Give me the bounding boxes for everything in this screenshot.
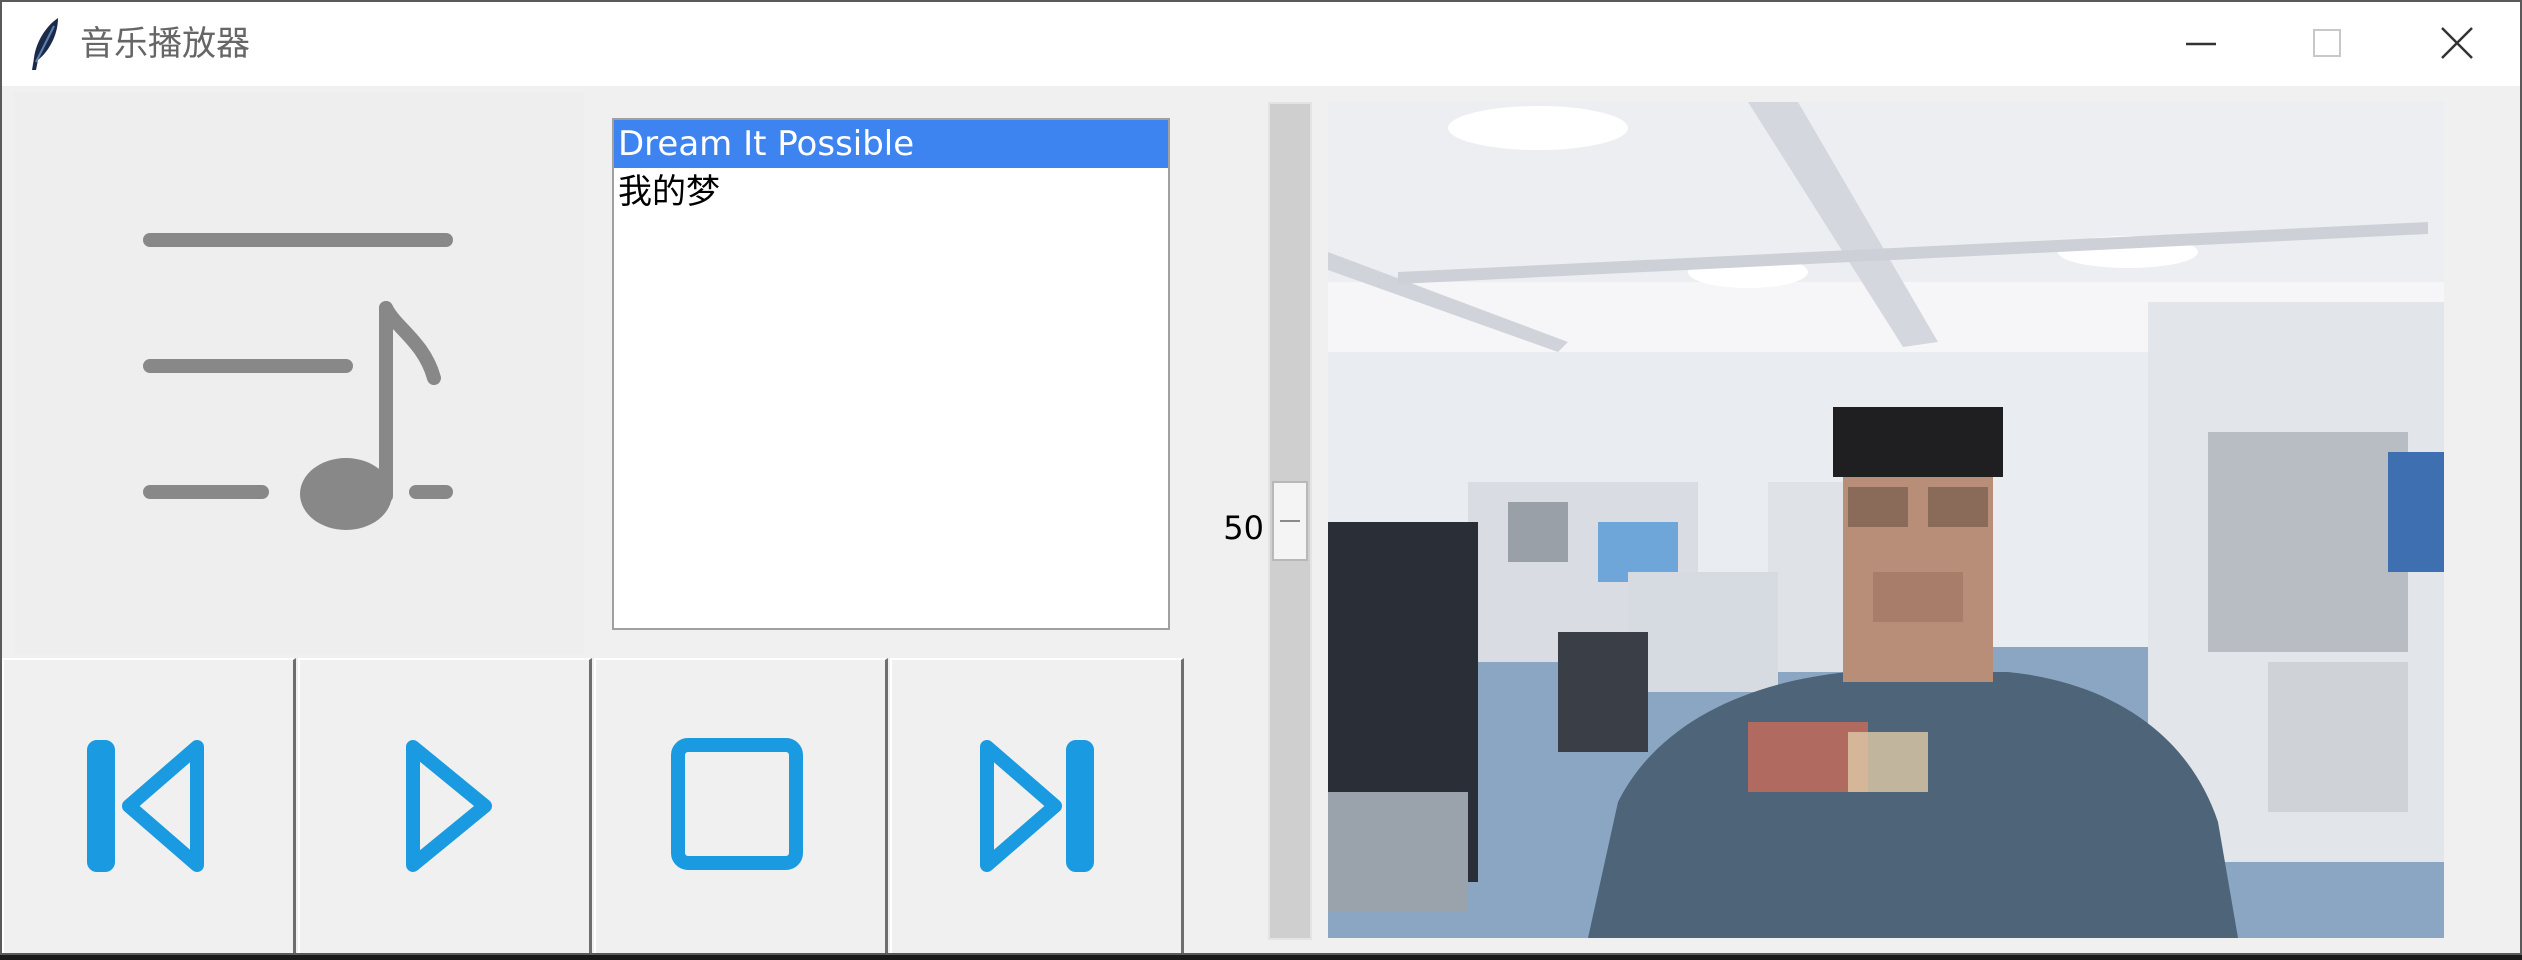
- close-icon: [2441, 27, 2473, 59]
- minimize-icon: [2186, 42, 2216, 46]
- close-button[interactable]: [2398, 2, 2518, 86]
- camera-preview-image: [1328, 102, 2444, 938]
- previous-button[interactable]: [2, 658, 296, 953]
- playlist-item[interactable]: 我的梦: [614, 168, 1168, 216]
- maximize-button[interactable]: [2268, 2, 2388, 86]
- player-controls: [2, 658, 1190, 953]
- maximize-icon: [2313, 29, 2341, 57]
- volume-slider-thumb[interactable]: [1272, 481, 1308, 561]
- stop-button[interactable]: [594, 658, 888, 953]
- play-button[interactable]: [298, 658, 592, 953]
- previous-track-icon: [87, 740, 204, 872]
- next-button[interactable]: [890, 658, 1184, 953]
- playlist-item[interactable]: Dream It Possible: [614, 120, 1168, 168]
- feather-icon: [32, 18, 58, 70]
- music-player-window: 音乐播放器 Dream It Possible 我的梦 50: [0, 0, 2522, 955]
- stop-icon: [671, 738, 803, 870]
- camera-feed: [1328, 102, 2444, 938]
- minimize-button[interactable]: [2142, 2, 2262, 86]
- play-icon: [406, 740, 492, 872]
- title-bar: 音乐播放器: [2, 2, 2520, 86]
- next-track-icon: [980, 740, 1094, 872]
- playlist-music-note-icon: [143, 233, 453, 530]
- album-art-area: [14, 92, 584, 654]
- slider-grip: [1280, 520, 1300, 522]
- volume-slider[interactable]: [1268, 102, 1312, 940]
- window-title: 音乐播放器: [80, 24, 250, 64]
- playlist-listbox[interactable]: Dream It Possible 我的梦: [612, 118, 1170, 630]
- volume-value-label: 50: [1223, 509, 1264, 547]
